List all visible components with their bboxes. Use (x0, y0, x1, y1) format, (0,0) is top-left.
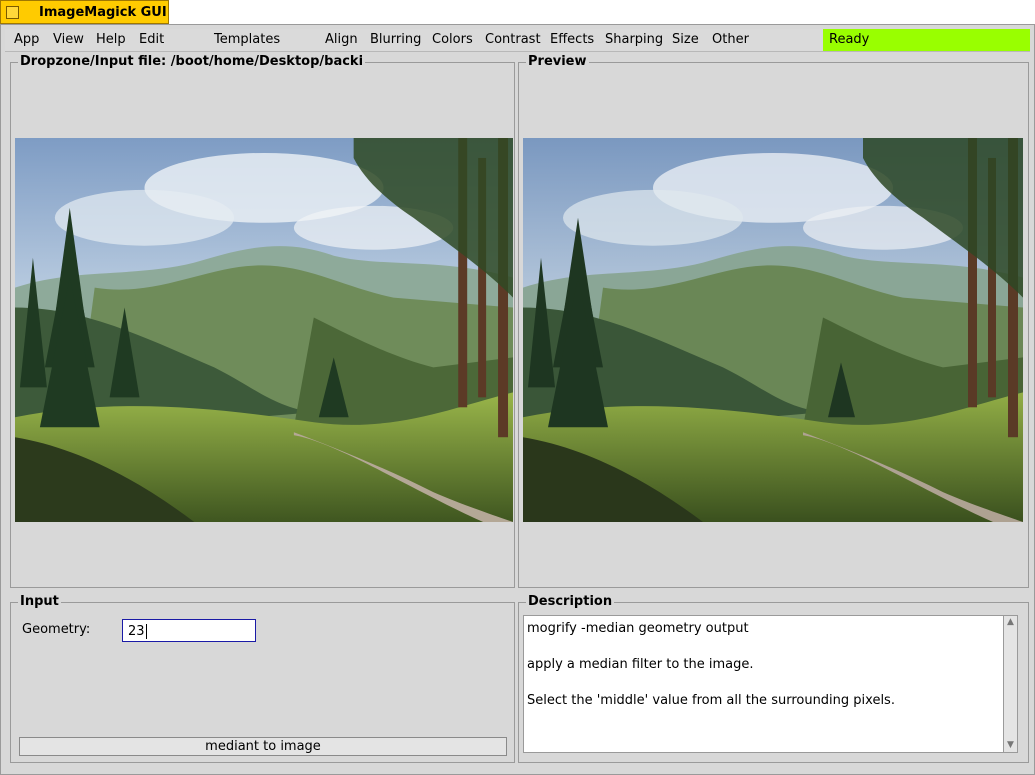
menu-edit[interactable]: Edit (139, 32, 164, 47)
menu-other[interactable]: Other (712, 32, 749, 47)
dropzone-label: Dropzone/Input file: /boot/home/Desktop/… (18, 54, 366, 69)
description-line: mogrify -median geometry output (527, 621, 749, 636)
scroll-up-icon[interactable]: ▲ (1004, 616, 1017, 629)
menu-colors[interactable]: Colors (432, 32, 473, 47)
menu-contrast[interactable]: Contrast (485, 32, 541, 47)
description-scrollbar[interactable]: ▲ ▼ (1003, 615, 1018, 753)
menu-effects[interactable]: Effects (550, 32, 594, 47)
input-params-label: Input (18, 594, 61, 609)
status-indicator: Ready (823, 29, 1030, 51)
menubar: App View Help Edit Templates Align Blurr… (5, 29, 1030, 52)
status-text: Ready (829, 32, 870, 47)
geometry-label: Geometry: (22, 622, 91, 637)
geometry-input[interactable]: 23 (122, 619, 256, 642)
zoom-button[interactable] (6, 6, 19, 19)
window-title: ImageMagick GUI (39, 5, 167, 20)
preview-label: Preview (526, 54, 589, 69)
menu-sharping[interactable]: Sharping (605, 32, 663, 47)
menu-help[interactable]: Help (96, 32, 126, 47)
scroll-down-icon[interactable]: ▼ (1004, 739, 1017, 752)
description-line: apply a median filter to the image. (527, 657, 754, 672)
description-line: Select the 'middle' value from all the s… (527, 693, 895, 708)
input-image (15, 138, 513, 522)
description-text[interactable]: mogrify -median geometry output apply a … (523, 615, 1004, 753)
menu-blurring[interactable]: Blurring (370, 32, 421, 47)
preview-image (523, 138, 1023, 522)
menu-templates[interactable]: Templates (214, 32, 280, 47)
menu-view[interactable]: View (53, 32, 84, 47)
menu-align[interactable]: Align (325, 32, 358, 47)
description-label: Description (526, 594, 615, 609)
menu-size[interactable]: Size (672, 32, 699, 47)
geometry-value: 23 (128, 624, 145, 639)
window-tab[interactable]: ImageMagick GUI (0, 0, 169, 24)
apply-median-button[interactable]: mediant to image (19, 737, 507, 756)
menu-app[interactable]: App (14, 32, 39, 47)
